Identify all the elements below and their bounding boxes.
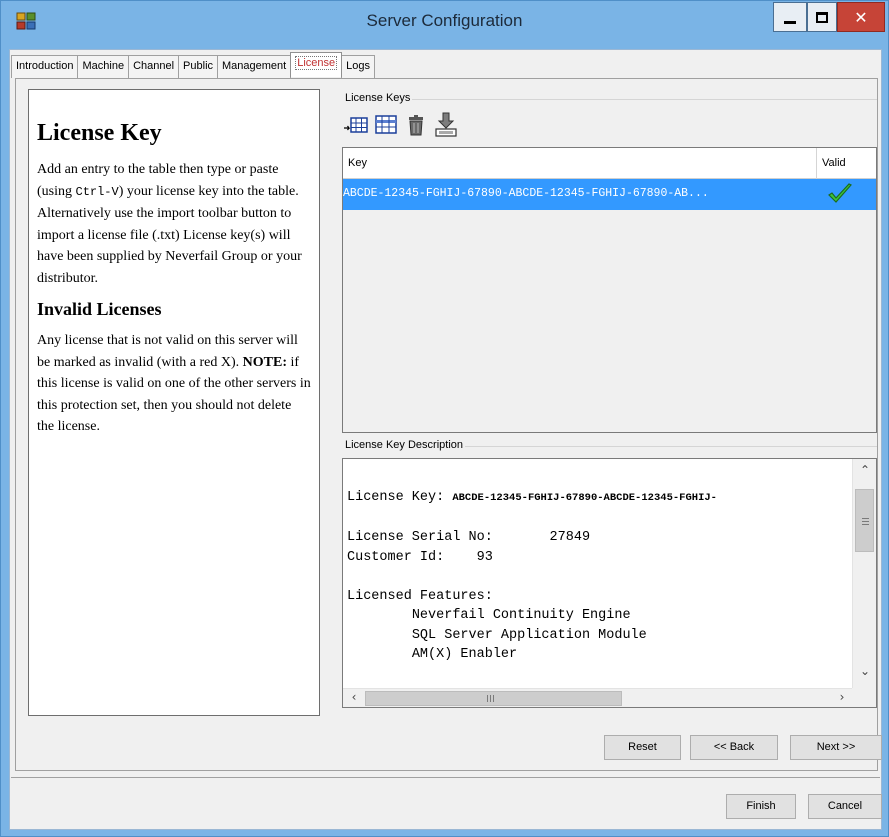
- maximize-button[interactable]: [807, 2, 837, 32]
- edit-row-icon: [375, 115, 397, 134]
- vertical-scroll-thumb[interactable]: [855, 489, 874, 552]
- shortcut-text: Ctrl-V: [75, 184, 119, 199]
- scroll-right-icon[interactable]: ›: [833, 690, 851, 704]
- license-key-cell[interactable]: ABCDE-12345-FGHIJ-67890-ABCDE-12345-FGHI…: [343, 187, 815, 200]
- description-group-label: License Key Description: [343, 439, 466, 451]
- tab-license[interactable]: License: [290, 52, 343, 77]
- minimize-icon: [784, 20, 796, 24]
- features-label: Licensed Features:: [347, 588, 493, 604]
- tab-management[interactable]: Management: [217, 55, 292, 78]
- import-button[interactable]: [433, 112, 459, 138]
- tab-label: Machine: [82, 60, 125, 72]
- scroll-left-icon[interactable]: ‹: [345, 690, 363, 704]
- tab-label: Management: [222, 60, 287, 72]
- edit-row-button[interactable]: [373, 112, 399, 138]
- column-header-valid[interactable]: Valid: [822, 157, 846, 169]
- tab-label: Channel: [133, 60, 175, 72]
- reset-button[interactable]: Reset: [604, 735, 681, 760]
- serial-line: License Serial No: 27849: [347, 530, 591, 545]
- tab-strip: Introduction Machine Channel Public Mana…: [11, 52, 376, 78]
- tab-label: Public: [183, 60, 214, 72]
- title-bar[interactable]: Server Configuration ✕: [1, 1, 888, 41]
- tab-label: Logs: [346, 60, 371, 72]
- add-row-button[interactable]: [343, 112, 369, 138]
- window-title: Server Configuration: [366, 11, 523, 30]
- customer-line: Customer Id: 93: [347, 549, 493, 565]
- import-icon: [435, 112, 457, 137]
- license-key-description[interactable]: License Key: ABCDE-12345-FGHIJ-67890-ABC…: [342, 458, 877, 708]
- footer-separator: [11, 777, 880, 778]
- license-key-table[interactable]: Key Valid ABCDE-12345-FGHIJ-67890-ABCDE-…: [342, 147, 877, 433]
- help-pane: License Key Add an entry to the table th…: [28, 89, 320, 716]
- minimize-button[interactable]: [773, 2, 807, 32]
- table-header: Key Valid: [343, 148, 876, 179]
- license-keys-group-border: [343, 99, 877, 100]
- tab-label: Introduction: [16, 60, 74, 72]
- scroll-corner: [852, 688, 876, 707]
- next-button[interactable]: Next >>: [790, 735, 882, 760]
- maximize-icon: [816, 11, 828, 23]
- delete-icon: [409, 115, 423, 136]
- description-key-value: ABCDE-12345-FGHIJ-67890-ABCDE-12345-FGHI…: [452, 492, 717, 504]
- note-label: NOTE:: [242, 354, 287, 370]
- vertical-scrollbar[interactable]: ⌃ ⌄: [852, 459, 876, 688]
- cancel-button[interactable]: Cancel: [808, 794, 882, 819]
- server-configuration-window: Server Configuration ✕ Introduction Mach…: [0, 0, 889, 837]
- help-invalid: Any license that is not valid on this se…: [37, 333, 311, 434]
- license-keys-group-label: License Keys: [343, 92, 413, 104]
- horizontal-scroll-thumb[interactable]: [365, 691, 622, 706]
- tab-introduction[interactable]: Introduction: [11, 55, 79, 78]
- close-icon: ✕: [854, 7, 868, 27]
- finish-button[interactable]: Finish: [726, 794, 796, 819]
- tab-public[interactable]: Public: [178, 55, 219, 78]
- description-text[interactable]: License Key: ABCDE-12345-FGHIJ-67890-ABC…: [347, 488, 852, 688]
- column-header-key[interactable]: Key: [348, 157, 367, 169]
- tab-machine[interactable]: Machine: [77, 55, 130, 78]
- feature-item: AM(X) Enabler: [411, 647, 518, 662]
- close-button[interactable]: ✕: [837, 2, 885, 32]
- help-heading: License Key: [37, 120, 162, 146]
- valid-check-icon: [828, 183, 852, 203]
- tab-label: License: [295, 56, 338, 70]
- feature-item: Neverfail Continuity Engine: [411, 608, 631, 623]
- table-row[interactable]: ABCDE-12345-FGHIJ-67890-ABCDE-12345-FGHI…: [343, 179, 876, 210]
- scroll-down-icon[interactable]: ⌄: [856, 664, 874, 678]
- tab-logs[interactable]: Logs: [341, 55, 376, 78]
- license-toolbar: [343, 112, 459, 138]
- back-button[interactable]: << Back: [690, 735, 778, 760]
- invalid-heading: Invalid Licenses: [37, 299, 162, 319]
- horizontal-scrollbar[interactable]: ‹ ›: [343, 688, 852, 707]
- help-intro: Add an entry to the table then type or p…: [37, 162, 302, 286]
- add-row-icon: [344, 117, 368, 133]
- column-divider[interactable]: [816, 148, 817, 179]
- feature-item: SQL Server Application Module: [411, 627, 647, 643]
- tab-channel[interactable]: Channel: [128, 55, 180, 78]
- delete-button[interactable]: [403, 112, 429, 138]
- scroll-up-icon[interactable]: ⌃: [856, 463, 874, 477]
